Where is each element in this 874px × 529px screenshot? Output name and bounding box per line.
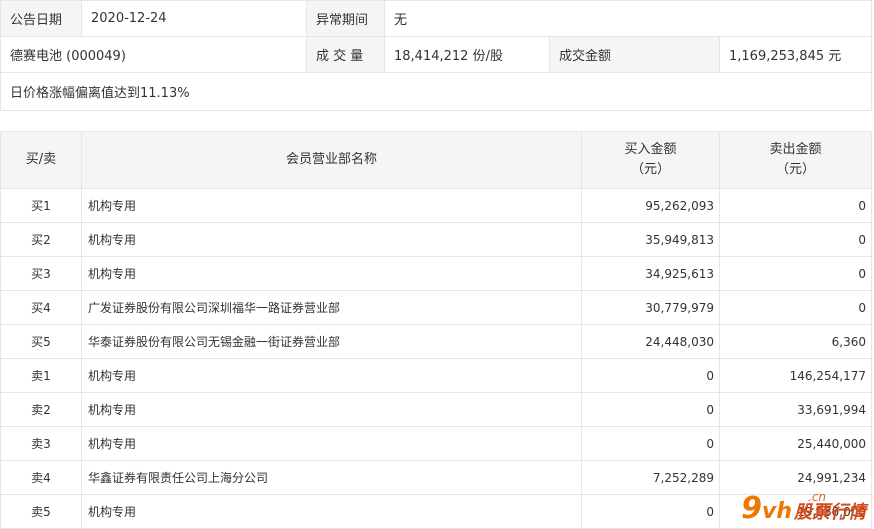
trade-table-header: 买/卖 会员营业部名称 买入金额 （元） 卖出金额 （元）	[0, 131, 872, 189]
row-buy-amount: 30,779,979	[581, 290, 720, 325]
reason-text: 日价格涨幅偏离值达到11.13%	[0, 72, 872, 111]
table-row: 卖5 机构专用 0 19,080,000	[0, 494, 872, 529]
abnormal-period-value: 无	[384, 0, 872, 37]
header-sell-unit: （元）	[775, 162, 815, 177]
header-member: 会员营业部名称	[81, 131, 582, 189]
stock-name: 德赛电池 (000049)	[0, 36, 307, 73]
row-member-name: 机构专用	[81, 392, 582, 427]
row-buy-amount: 0	[581, 426, 720, 461]
row-sell-amount: 6,360	[719, 324, 872, 359]
row-side: 卖2	[0, 392, 82, 427]
table-row: 卖4 华鑫证券有限责任公司上海分公司 7,252,289 24,991,234	[0, 460, 872, 495]
volume-label: 成 交 量	[306, 36, 385, 73]
row-buy-amount: 0	[581, 392, 720, 427]
row-member-name: 机构专用	[81, 358, 582, 393]
row-side: 买5	[0, 324, 82, 359]
header-side: 买/卖	[0, 131, 82, 189]
table-row: 卖2 机构专用 0 33,691,994	[0, 392, 872, 427]
row-buy-amount: 0	[581, 358, 720, 393]
table-row: 买3 机构专用 34,925,613 0	[0, 256, 872, 291]
table-row: 买4 广发证券股份有限公司深圳福华一路证券营业部 30,779,979 0	[0, 290, 872, 325]
table-row: 卖1 机构专用 0 146,254,177	[0, 358, 872, 393]
row-sell-amount: 0	[719, 188, 872, 223]
header-buy-amount: 买入金额 （元）	[581, 131, 720, 189]
row-side: 买2	[0, 222, 82, 257]
row-member-name: 机构专用	[81, 256, 582, 291]
row-buy-amount: 34,925,613	[581, 256, 720, 291]
header-sell-amount: 卖出金额 （元）	[719, 131, 872, 189]
row-side: 卖1	[0, 358, 82, 393]
table-row: 买2 机构专用 35,949,813 0	[0, 222, 872, 257]
table-row: 买5 华泰证券股份有限公司无锡金融一街证券营业部 24,448,030 6,36…	[0, 324, 872, 359]
row-member-name: 华鑫证券有限责任公司上海分公司	[81, 460, 582, 495]
info-row-reason: 日价格涨幅偏离值达到11.13%	[0, 72, 872, 111]
row-side: 卖4	[0, 460, 82, 495]
row-side: 卖3	[0, 426, 82, 461]
amount-label: 成交金额	[549, 36, 720, 73]
row-side: 买3	[0, 256, 82, 291]
info-row-date: 公告日期 2020-12-24 异常期间 无	[0, 0, 872, 37]
row-side: 卖5	[0, 494, 82, 529]
row-member-name: 机构专用	[81, 222, 582, 257]
header-buy-unit: （元）	[630, 162, 670, 177]
info-row-stock: 德赛电池 (000049) 成 交 量 18,414,212 份/股 成交金额 …	[0, 36, 872, 73]
row-member-name: 华泰证券股份有限公司无锡金融一街证券营业部	[81, 324, 582, 359]
table-row: 买1 机构专用 95,262,093 0	[0, 188, 872, 223]
row-sell-amount: 0	[719, 222, 872, 257]
table-row: 卖3 机构专用 0 25,440,000	[0, 426, 872, 461]
row-buy-amount: 35,949,813	[581, 222, 720, 257]
row-sell-amount: 24,991,234	[719, 460, 872, 495]
header-buy-label: 买入金额	[624, 142, 677, 157]
row-sell-amount: 25,440,000	[719, 426, 872, 461]
row-buy-amount: 24,448,030	[581, 324, 720, 359]
header-sell-label: 卖出金额	[769, 142, 822, 157]
row-member-name: 广发证券股份有限公司深圳福华一路证券营业部	[81, 290, 582, 325]
row-side: 买4	[0, 290, 82, 325]
row-buy-amount: 95,262,093	[581, 188, 720, 223]
row-member-name: 机构专用	[81, 494, 582, 529]
row-sell-amount: 19,080,000	[719, 494, 872, 529]
row-buy-amount: 7,252,289	[581, 460, 720, 495]
row-sell-amount: 146,254,177	[719, 358, 872, 393]
amount-value: 1,169,253,845 元	[719, 36, 872, 73]
volume-value: 18,414,212 份/股	[384, 36, 550, 73]
row-side: 买1	[0, 188, 82, 223]
trade-detail-table: 买/卖 会员营业部名称 买入金额 （元） 卖出金额 （元） 买1 机构专用 95…	[0, 131, 872, 529]
row-buy-amount: 0	[581, 494, 720, 529]
row-sell-amount: 0	[719, 290, 872, 325]
row-member-name: 机构专用	[81, 426, 582, 461]
row-sell-amount: 0	[719, 256, 872, 291]
announce-date-value: 2020-12-24	[81, 0, 307, 37]
stock-info-table: 公告日期 2020-12-24 异常期间 无 德赛电池 (000049) 成 交…	[0, 0, 872, 111]
row-sell-amount: 33,691,994	[719, 392, 872, 427]
abnormal-period-label: 异常期间	[306, 0, 385, 37]
row-member-name: 机构专用	[81, 188, 582, 223]
announce-date-label: 公告日期	[0, 0, 82, 37]
